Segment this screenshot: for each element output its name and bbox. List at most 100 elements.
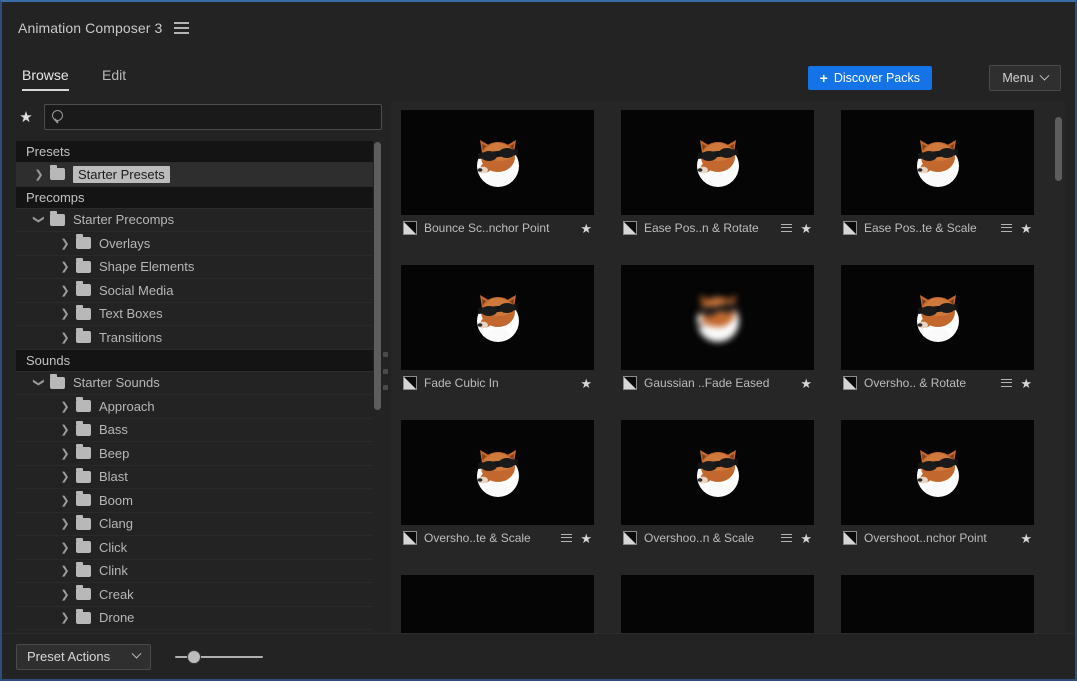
preset-options-icon[interactable] [781,534,792,543]
favorite-star-icon[interactable]: ★ [800,377,812,390]
preset-thumbnail[interactable] [841,265,1034,370]
chevron-right-icon[interactable]: ❯ [58,423,72,436]
chevron-down-icon[interactable]: ❯ [33,213,46,227]
easing-curve-icon[interactable] [623,531,637,545]
chevron-right-icon[interactable]: ❯ [58,517,72,530]
preset-thumbnail[interactable] [621,420,814,525]
tree-item-label: Approach [99,399,155,414]
chevron-down-icon[interactable]: ❯ [33,376,46,390]
tree-item-approach[interactable]: ❯ Approach [16,395,382,419]
grid-scrollbar-thumb[interactable] [1055,117,1062,181]
preset-card[interactable]: Overshoo..n & Scale★ [621,420,814,551]
tree-item-starter-presets[interactable]: ❯Starter Presets [16,163,382,187]
chevron-right-icon[interactable]: ❯ [58,400,72,413]
preset-thumbnail[interactable] [401,420,594,525]
preset-thumbnail[interactable] [621,110,814,215]
favorite-star-icon[interactable]: ★ [1020,222,1032,235]
preset-card[interactable]: Ease Pos..te & Scale★ [841,110,1034,241]
preset-options-icon[interactable] [1001,379,1012,388]
chevron-right-icon[interactable]: ❯ [58,260,72,273]
panel-menu-icon[interactable] [174,22,189,34]
tree-item-starter-sounds[interactable]: ❯Starter Sounds [16,372,382,396]
favorite-star-icon[interactable]: ★ [580,222,592,235]
preset-thumbnail[interactable] [621,265,814,370]
tree-item-bass[interactable]: ❯Bass [16,419,382,443]
tree-item-shape-elements[interactable]: ❯Shape Elements [16,256,382,280]
favorite-star-icon[interactable]: ★ [1020,532,1032,545]
preset-thumbnail[interactable] [621,575,814,633]
tree-item-drone[interactable]: ❯Drone [16,607,382,631]
tree-item-beep[interactable]: ❯Beep [16,442,382,466]
preset-card[interactable]: Ease Pos..n & Rotate★ [621,110,814,241]
panel-splitter[interactable] [381,141,391,633]
preset-options-icon[interactable] [1001,224,1012,233]
preset-thumbnail[interactable] [841,420,1034,525]
preset-thumbnail[interactable] [401,575,594,633]
menu-dropdown-button[interactable]: Menu [989,65,1061,91]
chevron-right-icon[interactable]: ❯ [58,588,72,601]
favorites-filter-star-icon[interactable]: ★ [16,110,36,125]
chevron-right-icon[interactable]: ❯ [32,168,46,181]
preset-card[interactable]: Oversho..te & Scale★ [401,420,594,551]
favorite-star-icon[interactable]: ★ [580,532,592,545]
chevron-right-icon[interactable]: ❯ [58,470,72,483]
slider-thumb[interactable] [187,650,201,664]
preset-card[interactable]: Oversho.. & Rotate★ [841,265,1034,396]
tree-item-clang[interactable]: ❯Clang [16,513,382,537]
preset-thumbnail[interactable] [401,265,594,370]
tree-item-click[interactable]: ❯Click [16,536,382,560]
chevron-right-icon[interactable]: ❯ [58,564,72,577]
favorite-star-icon[interactable]: ★ [800,222,812,235]
tab-edit[interactable]: Edit [102,67,126,89]
chevron-right-icon[interactable]: ❯ [58,307,72,320]
search-input[interactable] [44,104,382,130]
tree-item-text-boxes[interactable]: ❯Text Boxes [16,303,382,327]
thumbnail-size-slider[interactable] [175,649,263,665]
preset-thumbnail[interactable] [401,110,594,215]
easing-curve-icon[interactable] [403,376,417,390]
chevron-right-icon[interactable]: ❯ [58,237,72,250]
favorite-star-icon[interactable]: ★ [1020,377,1032,390]
grid-scrollbar[interactable] [1054,103,1063,631]
chevron-right-icon[interactable]: ❯ [58,494,72,507]
library-tree[interactable]: Presets❯Starter PresetsPrecomps❯Starter … [16,141,382,633]
tree-item-starter-precomps[interactable]: ❯Starter Precomps [16,209,382,233]
tree-item-boom[interactable]: ❯Boom [16,489,382,513]
chevron-right-icon[interactable]: ❯ [58,447,72,460]
tab-browse[interactable]: Browse [22,67,69,91]
favorite-star-icon[interactable]: ★ [580,377,592,390]
preset-actions-dropdown[interactable]: Preset Actions [16,644,151,670]
tree-item-overlays[interactable]: ❯Overlays [16,232,382,256]
chevron-right-icon[interactable]: ❯ [58,541,72,554]
sidebar-scrollbar-thumb[interactable] [374,142,381,410]
easing-curve-icon[interactable] [843,221,857,235]
discover-packs-button[interactable]: + Discover Packs [808,66,932,90]
tree-item-clink[interactable]: ❯Clink [16,560,382,584]
tree-item-social-media[interactable]: ❯Social Media [16,279,382,303]
preset-card[interactable] [621,575,814,633]
preset-card[interactable]: Fade Cubic In★ [401,265,594,396]
preset-options-icon[interactable] [561,534,572,543]
easing-curve-icon[interactable] [843,376,857,390]
preset-card[interactable]: Overshoot..nchor Point★ [841,420,1034,551]
chevron-right-icon[interactable]: ❯ [58,611,72,624]
easing-curve-icon[interactable] [403,221,417,235]
easing-curve-icon[interactable] [623,376,637,390]
preset-thumbnail[interactable] [841,110,1034,215]
preset-card[interactable]: Bounce Sc..nchor Point★ [401,110,594,241]
tree-item-blast[interactable]: ❯Blast [16,466,382,490]
preset-card[interactable]: Gaussian ..Fade Eased★ [621,265,814,396]
easing-curve-icon[interactable] [623,221,637,235]
easing-curve-icon[interactable] [843,531,857,545]
preset-thumbnail[interactable] [841,575,1034,633]
preset-card[interactable] [841,575,1034,633]
tree-item-transitions[interactable]: ❯Transitions [16,326,382,350]
tree-item-creak[interactable]: ❯Creak [16,583,382,607]
chevron-right-icon[interactable]: ❯ [58,331,72,344]
chevron-right-icon[interactable]: ❯ [58,284,72,297]
splitter-grip-icon[interactable] [383,352,388,390]
favorite-star-icon[interactable]: ★ [800,532,812,545]
easing-curve-icon[interactable] [403,531,417,545]
preset-card[interactable] [401,575,594,633]
preset-options-icon[interactable] [781,224,792,233]
